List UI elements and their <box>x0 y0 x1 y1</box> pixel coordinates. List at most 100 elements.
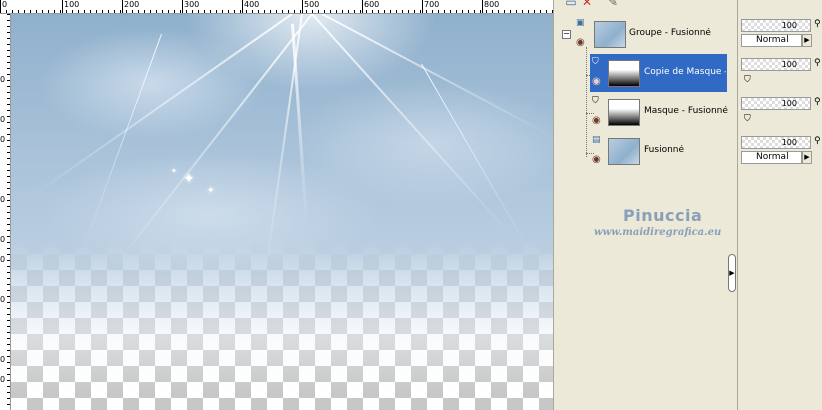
ruler-tick <box>7 398 10 399</box>
ruler-tick <box>216 10 217 13</box>
ruler-label: 0 <box>0 75 6 84</box>
ruler-tick <box>312 10 313 13</box>
ruler-tick <box>198 10 199 13</box>
ruler-tick <box>414 10 415 13</box>
layer-name: Copie de Masque - Fu <box>644 67 726 77</box>
ruler-tick <box>7 98 10 99</box>
ruler-tick <box>90 10 91 13</box>
layer-name: Fusionné <box>644 145 685 155</box>
ruler-tick <box>7 182 10 183</box>
layer-row-mask-copy[interactable]: ⛉ ◉ Copie de Masque - Fu <box>590 54 727 92</box>
vertical-ruler: 0 0 0 0 0 0 0 0 0 <box>0 14 11 410</box>
ruler-tick <box>396 10 397 13</box>
ruler-tick <box>7 170 10 171</box>
ruler-tick <box>36 10 37 13</box>
ruler-tick <box>180 10 181 13</box>
ruler-tick <box>7 86 10 87</box>
ruler-tick <box>336 10 337 13</box>
ruler-tick <box>498 10 499 13</box>
ruler-tick <box>7 266 10 267</box>
ruler-tick <box>7 380 10 381</box>
ruler-tick <box>468 10 469 13</box>
opacity-slider[interactable]: 100 <box>741 58 811 71</box>
opacity-slider[interactable]: 100 <box>741 136 811 149</box>
ruler-tick <box>138 10 139 13</box>
ruler-tick <box>7 308 10 309</box>
ruler-tick <box>126 10 127 13</box>
ruler-tick <box>7 338 10 339</box>
group-layer-icon: ▣ <box>576 18 585 28</box>
mask-link-icon[interactable]: ⛉ <box>744 76 751 85</box>
ruler-tick <box>7 128 10 129</box>
ruler-tick <box>264 10 265 13</box>
lock-icon[interactable]: ⚲ <box>814 98 821 107</box>
chevron-right-icon[interactable]: ▶ <box>802 151 812 164</box>
ruler-tick <box>372 10 373 13</box>
ruler-tick <box>516 10 517 13</box>
ruler-tick <box>7 278 10 279</box>
ruler-tick <box>7 140 10 141</box>
ruler-tick <box>252 10 253 13</box>
layer-row-raster[interactable]: ▤ ◉ Fusionné <box>590 132 727 170</box>
mask-thumbnail <box>608 60 640 87</box>
panel-splitter[interactable] <box>553 0 557 410</box>
ruler-label: 0 <box>0 115 6 124</box>
ruler-tick <box>7 248 10 249</box>
ruler-tick <box>432 10 433 13</box>
collapse-toggle-icon[interactable]: − <box>562 30 571 39</box>
ruler-label: 600 <box>364 0 380 9</box>
delete-layer-icon[interactable]: ✕ <box>580 0 594 10</box>
eye-icon[interactable]: ◉ <box>592 116 604 126</box>
sparkle-icon: ✦ <box>183 171 195 187</box>
ruler-tick <box>150 10 151 13</box>
eye-icon[interactable]: ◉ <box>592 77 604 87</box>
opacity-slider[interactable]: 100 <box>741 97 811 110</box>
ruler-tick <box>7 224 10 225</box>
ruler-label: 800 <box>484 0 500 9</box>
ruler-tick <box>144 10 145 13</box>
edit-layer-icon[interactable]: ✎ <box>606 0 620 10</box>
layer-name: Masque - Fusionné <box>644 106 728 116</box>
ruler-tick <box>7 116 10 117</box>
layer-row-group[interactable]: ▣ ◉ Groupe - Fusionné <box>572 15 728 53</box>
ruler-tick <box>306 10 307 13</box>
new-layer-icon[interactable]: ▭ <box>564 0 578 10</box>
mask-icon: ⛉ <box>592 96 599 106</box>
layer-thumbnail <box>594 21 626 48</box>
ruler-tick <box>354 10 355 13</box>
lock-icon[interactable]: ⚲ <box>814 20 821 29</box>
ruler-tick <box>282 10 283 13</box>
ruler-tick <box>7 212 10 213</box>
eye-icon[interactable]: ◉ <box>576 38 588 48</box>
ruler-tick <box>504 10 505 13</box>
ruler-tick <box>7 194 10 195</box>
ruler-tick <box>7 164 10 165</box>
ruler-tick <box>7 296 10 297</box>
collapse-panel-button[interactable]: ▶ <box>728 254 736 292</box>
ruler-tick <box>402 10 403 13</box>
opacity-slider[interactable]: 100 <box>741 19 811 32</box>
ruler-tick <box>48 10 49 13</box>
image-canvas[interactable]: ✦ ✦ ✦ <box>11 14 553 410</box>
ruler-tick <box>522 10 523 13</box>
ruler-label: 700 <box>424 0 440 9</box>
layer-row-mask[interactable]: ⛉ ◉ Masque - Fusionné <box>590 93 728 131</box>
ruler-tick <box>7 404 10 405</box>
ruler-tick <box>132 10 133 13</box>
ruler-tick <box>390 10 391 13</box>
ruler-tick <box>7 344 10 345</box>
chevron-right-icon[interactable]: ▶ <box>802 34 812 47</box>
ruler-tick <box>510 10 511 13</box>
ruler-label: 200 <box>124 0 140 9</box>
ruler-tick <box>324 10 325 13</box>
blend-mode-select[interactable]: Normal <box>741 34 802 47</box>
mask-link-icon[interactable]: ⛉ <box>744 115 751 124</box>
blend-mode-select[interactable]: Normal <box>741 151 802 164</box>
eye-icon[interactable]: ◉ <box>592 155 604 165</box>
lock-icon[interactable]: ⚲ <box>814 59 821 68</box>
lock-icon[interactable]: ⚲ <box>814 137 821 146</box>
ruler-tick <box>7 146 10 147</box>
ruler-tick <box>546 10 547 13</box>
ruler-tick <box>7 56 10 57</box>
ruler-tick <box>7 314 10 315</box>
